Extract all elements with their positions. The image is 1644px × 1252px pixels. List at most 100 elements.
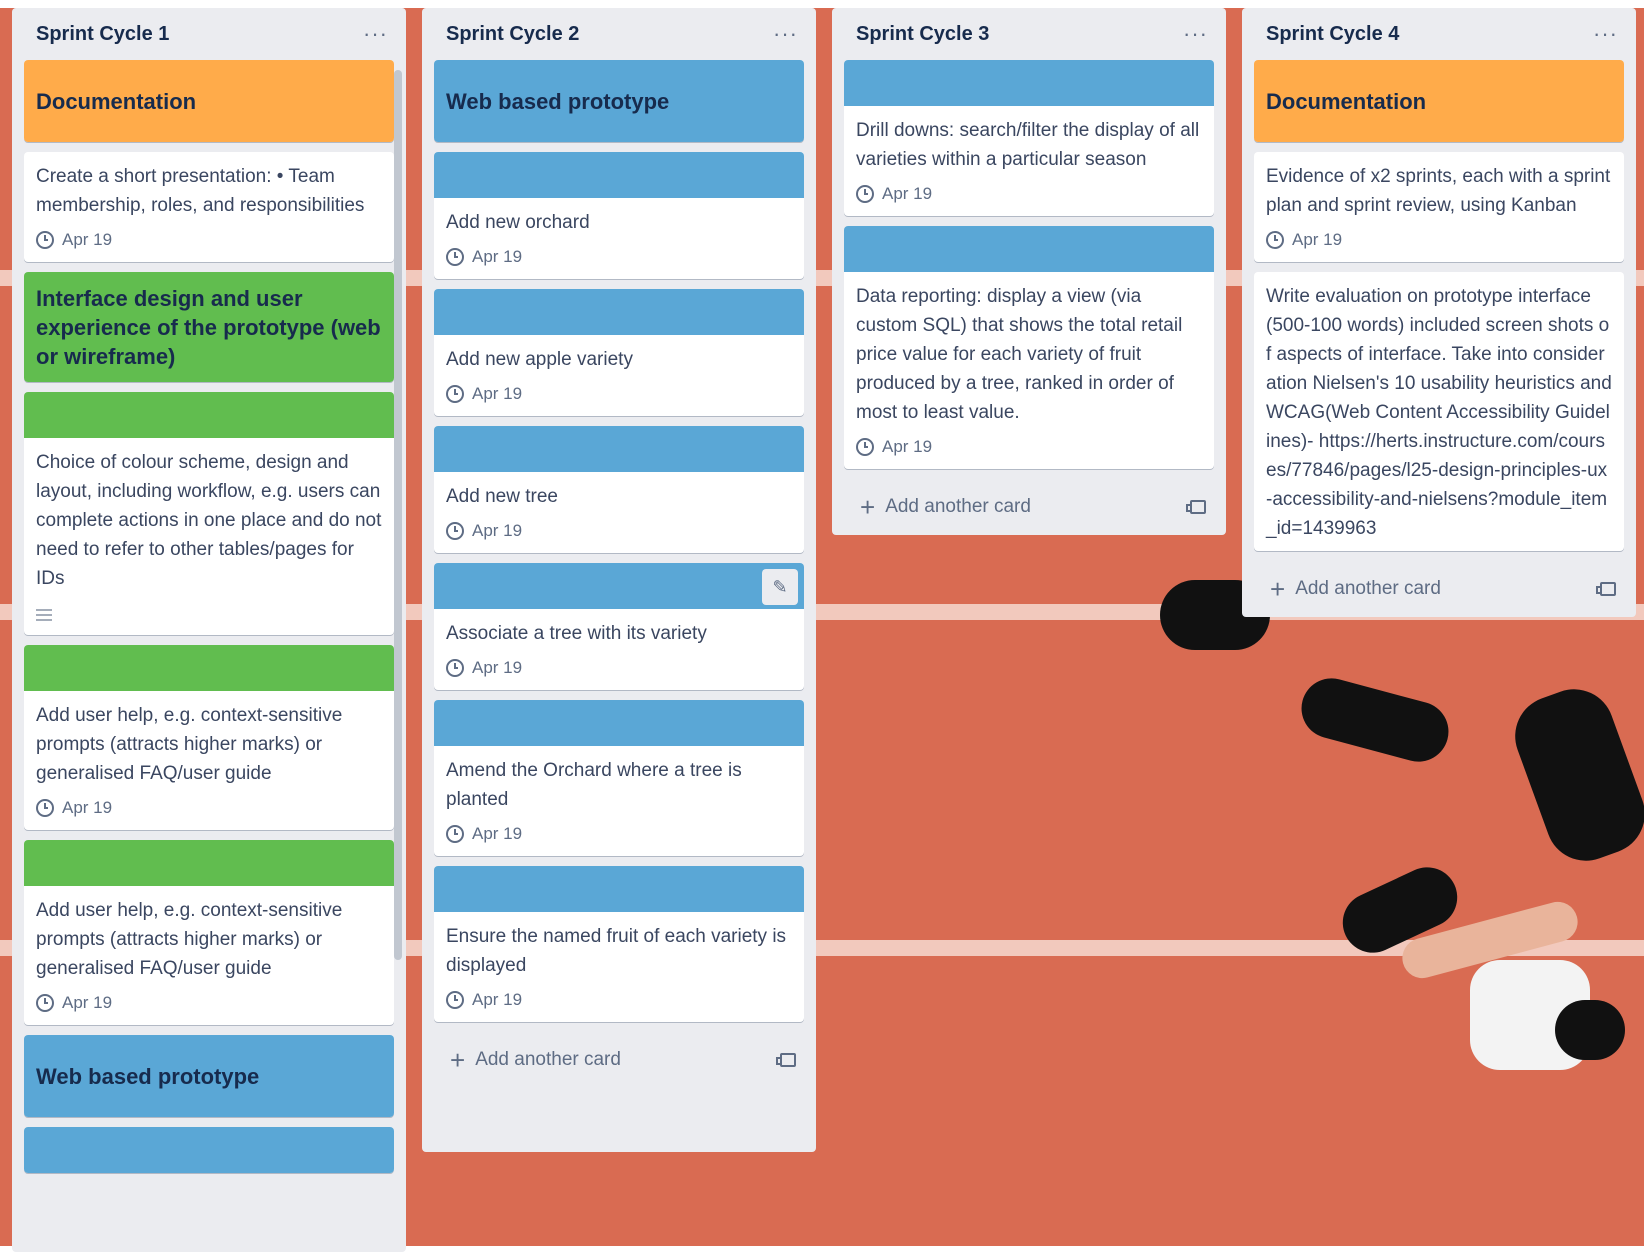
list-title[interactable]: Sprint Cycle 4 xyxy=(1266,23,1399,46)
plus-icon: + xyxy=(860,492,876,522)
card[interactable]: Add new orchard Apr 19 xyxy=(434,152,804,279)
card-cover xyxy=(24,392,394,438)
due-date-badge: Apr 19 xyxy=(446,243,792,271)
card[interactable]: Add new tree Apr 19 xyxy=(434,426,804,553)
card-cover: Interface design and user experience of … xyxy=(24,272,394,382)
card-body: Ensure the named fruit of each variety i… xyxy=(434,912,804,1022)
card[interactable]: Amend the Orchard where a tree is plante… xyxy=(434,700,804,856)
list-title[interactable]: Sprint Cycle 3 xyxy=(856,23,989,46)
list-header: Sprint Cycle 3 ··· xyxy=(832,8,1226,60)
card-cover xyxy=(434,700,804,746)
card-body: Choice of colour scheme, design and layo… xyxy=(24,438,394,635)
pencil-icon[interactable]: ✎ xyxy=(762,569,798,605)
list-menu-icon[interactable]: ··· xyxy=(1593,21,1618,47)
card[interactable]: Choice of colour scheme, design and layo… xyxy=(24,392,394,635)
card[interactable]: Web based prototype xyxy=(24,1035,394,1117)
card-cover xyxy=(434,152,804,198)
due-date-badge: Apr 19 xyxy=(856,433,1202,461)
card-template-icon[interactable] xyxy=(776,1053,796,1067)
runner-shoe xyxy=(1294,671,1456,769)
list-header: Sprint Cycle 2 ··· xyxy=(422,8,816,60)
card-cover: Documentation xyxy=(1254,60,1624,142)
due-date-badge: Apr 19 xyxy=(446,986,792,1014)
list-menu-icon[interactable]: ··· xyxy=(1183,21,1208,47)
list-header: Sprint Cycle 4 ··· xyxy=(1242,8,1636,60)
card[interactable]: Documentation xyxy=(1254,60,1624,142)
add-card-label-group: + Add another card xyxy=(450,1047,621,1073)
card[interactable]: Add user help, e.g. context-sensitive pr… xyxy=(24,840,394,1025)
card-cover xyxy=(24,1127,394,1173)
card-list: Documentation Evidence of x2 sprints, ea… xyxy=(1242,60,1636,551)
add-card-button[interactable]: + Add another card xyxy=(1242,561,1636,617)
clock-icon xyxy=(36,994,54,1012)
due-date: Apr 19 xyxy=(1292,230,1343,249)
card-title: Choice of colour scheme, design and layo… xyxy=(36,452,382,589)
card-cover-title: Interface design and user experience of … xyxy=(36,286,381,369)
add-card-label: Add another card xyxy=(1295,578,1441,599)
card-title: Write evaluation on prototype interface … xyxy=(1266,286,1612,539)
card-body: Add user help, e.g. context-sensitive pr… xyxy=(24,886,394,1025)
card[interactable]: Ensure the named fruit of each variety i… xyxy=(434,866,804,1022)
card-list: Web based prototype Add new orchard Apr … xyxy=(422,60,816,1022)
list-menu-icon[interactable]: ··· xyxy=(363,21,388,47)
card[interactable]: Evidence of x2 sprints, each with a spri… xyxy=(1254,152,1624,262)
card-cover: Web based prototype xyxy=(434,60,804,142)
card[interactable]: ✎ Associate a tree with its variety Apr … xyxy=(434,563,804,690)
card[interactable]: Write evaluation on prototype interface … xyxy=(1254,272,1624,551)
add-card-button[interactable]: + Add another card xyxy=(422,1032,816,1088)
clock-icon xyxy=(856,438,874,456)
card-title: Add new tree xyxy=(446,486,558,507)
due-date-badge: Apr 19 xyxy=(36,794,382,822)
card-title: Add user help, e.g. context-sensitive pr… xyxy=(36,705,343,784)
card-body: Amend the Orchard where a tree is plante… xyxy=(434,746,804,856)
card[interactable]: Documentation xyxy=(24,60,394,142)
card-template-icon[interactable] xyxy=(1186,500,1206,514)
due-date: Apr 19 xyxy=(472,247,523,266)
card[interactable]: Add new apple variety Apr 19 xyxy=(434,289,804,416)
card-body: Add new tree Apr 19 xyxy=(434,472,804,553)
due-date-badge: Apr 19 xyxy=(856,180,1202,208)
card-cover-title: Documentation xyxy=(36,88,197,114)
due-date: Apr 19 xyxy=(472,521,523,540)
clock-icon xyxy=(36,799,54,817)
card[interactable]: Add user help, e.g. context-sensitive pr… xyxy=(24,645,394,830)
card-cover-title: Web based prototype xyxy=(446,88,670,114)
clock-icon xyxy=(36,231,54,249)
card[interactable]: Data reporting: display a view (via cust… xyxy=(844,226,1214,469)
card[interactable]: Web based prototype xyxy=(434,60,804,142)
clock-icon xyxy=(446,659,464,677)
list-title[interactable]: Sprint Cycle 2 xyxy=(446,23,579,46)
list-title[interactable]: Sprint Cycle 1 xyxy=(36,23,169,46)
due-date: Apr 19 xyxy=(62,230,113,249)
card-title: Ensure the named fruit of each variety i… xyxy=(446,926,787,976)
clock-icon xyxy=(446,248,464,266)
card-title: Add new orchard xyxy=(446,212,590,233)
runner-head xyxy=(1555,1000,1625,1060)
due-date-badge: Apr 19 xyxy=(36,989,382,1017)
card[interactable]: Drill downs: search/filter the display o… xyxy=(844,60,1214,216)
add-card-label: Add another card xyxy=(885,496,1031,517)
add-card-label: Add another card xyxy=(475,1049,621,1070)
card-body: Add new apple variety Apr 19 xyxy=(434,335,804,416)
runner-leg xyxy=(1503,678,1644,872)
list-sprint-cycle-4: Sprint Cycle 4 ··· Documentation Evidenc… xyxy=(1242,8,1636,617)
due-date: Apr 19 xyxy=(882,437,933,456)
list-sprint-cycle-2: Sprint Cycle 2 ··· Web based prototype A… xyxy=(422,8,816,1152)
card[interactable]: Interface design and user experience of … xyxy=(24,272,394,382)
add-card-button[interactable]: + Add another card xyxy=(832,479,1226,535)
due-date: Apr 19 xyxy=(472,384,523,403)
list-scrollbar[interactable] xyxy=(394,70,402,960)
card-cover xyxy=(844,60,1214,106)
add-card-label-group: + Add another card xyxy=(860,494,1031,520)
description-icon xyxy=(36,609,52,621)
card[interactable]: Create a short presentation: • Team memb… xyxy=(24,152,394,262)
plus-icon: + xyxy=(1270,574,1286,604)
due-date-badge: Apr 19 xyxy=(446,380,792,408)
card-list: Documentation Create a short presentatio… xyxy=(12,60,406,1173)
card[interactable] xyxy=(24,1127,394,1173)
card-template-icon[interactable] xyxy=(1596,582,1616,596)
card-body: Create a short presentation: • Team memb… xyxy=(24,152,394,262)
list-menu-icon[interactable]: ··· xyxy=(773,21,798,47)
card-title: Data reporting: display a view (via cust… xyxy=(856,286,1183,423)
card-cover-title: Documentation xyxy=(1266,88,1427,114)
